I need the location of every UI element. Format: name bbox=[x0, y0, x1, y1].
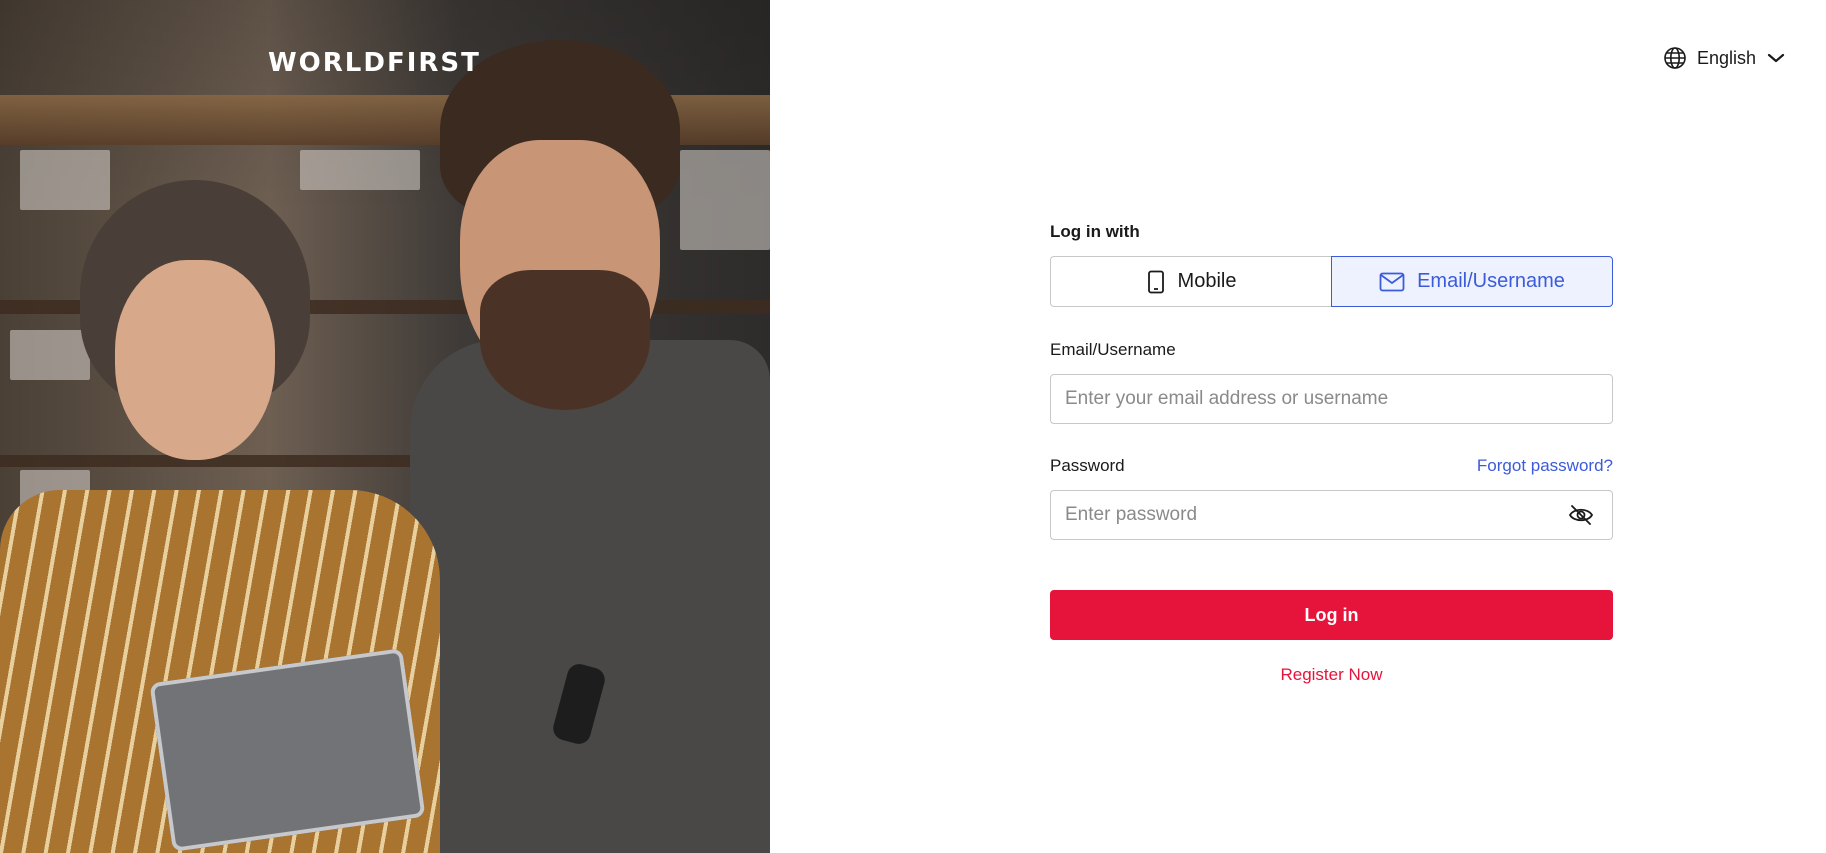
password-input[interactable] bbox=[1065, 491, 1598, 539]
email-field-label: Email/Username bbox=[1050, 340, 1176, 359]
tab-mobile-label: Mobile bbox=[1177, 270, 1237, 292]
envelope-icon bbox=[1379, 272, 1405, 291]
globe-icon bbox=[1664, 47, 1686, 69]
hero-shelf-box bbox=[300, 150, 420, 190]
mobile-phone-icon bbox=[1147, 270, 1164, 293]
hero-shelf-box bbox=[20, 150, 110, 210]
login-with-label: Log in with bbox=[1050, 222, 1140, 241]
hero-man-beard bbox=[480, 270, 650, 410]
chevron-down-icon bbox=[1767, 53, 1785, 63]
hero-image: WORLDFIRST bbox=[0, 0, 770, 853]
hero-shelf-box bbox=[680, 150, 770, 250]
tab-email-username[interactable]: Email/Username bbox=[1331, 256, 1613, 307]
email-field-wrapper bbox=[1050, 374, 1613, 424]
login-panel: English Log in with Mobile Email/Usernam… bbox=[770, 0, 1826, 853]
hero-woman-face bbox=[115, 260, 275, 460]
login-button[interactable]: Log in bbox=[1050, 590, 1613, 640]
hero-man-shirt bbox=[410, 340, 770, 853]
password-label-row: Password Forgot password? bbox=[1050, 456, 1613, 476]
login-method-switcher: Mobile Email/Username bbox=[1050, 256, 1613, 307]
hero-tablet bbox=[149, 648, 426, 852]
tab-email-username-label: Email/Username bbox=[1417, 270, 1565, 292]
login-page: WORLDFIRST English Log in with Mobile Em… bbox=[0, 0, 1826, 853]
hero-shelf-box bbox=[10, 330, 90, 380]
password-field-wrapper bbox=[1050, 490, 1613, 540]
login-form: Log in with Mobile Email/Username Email/… bbox=[1050, 222, 1613, 685]
register-now-link[interactable]: Register Now bbox=[1050, 665, 1613, 685]
language-selected-label: English bbox=[1696, 47, 1756, 68]
forgot-password-link[interactable]: Forgot password? bbox=[1477, 456, 1613, 476]
tab-mobile[interactable]: Mobile bbox=[1050, 256, 1331, 307]
eye-off-icon[interactable] bbox=[1568, 503, 1594, 527]
email-username-input[interactable] bbox=[1065, 375, 1598, 423]
password-field-label: Password bbox=[1050, 456, 1125, 475]
brand-logo[interactable]: WORLDFIRST bbox=[268, 48, 481, 78]
language-selector[interactable]: English bbox=[1663, 46, 1786, 70]
